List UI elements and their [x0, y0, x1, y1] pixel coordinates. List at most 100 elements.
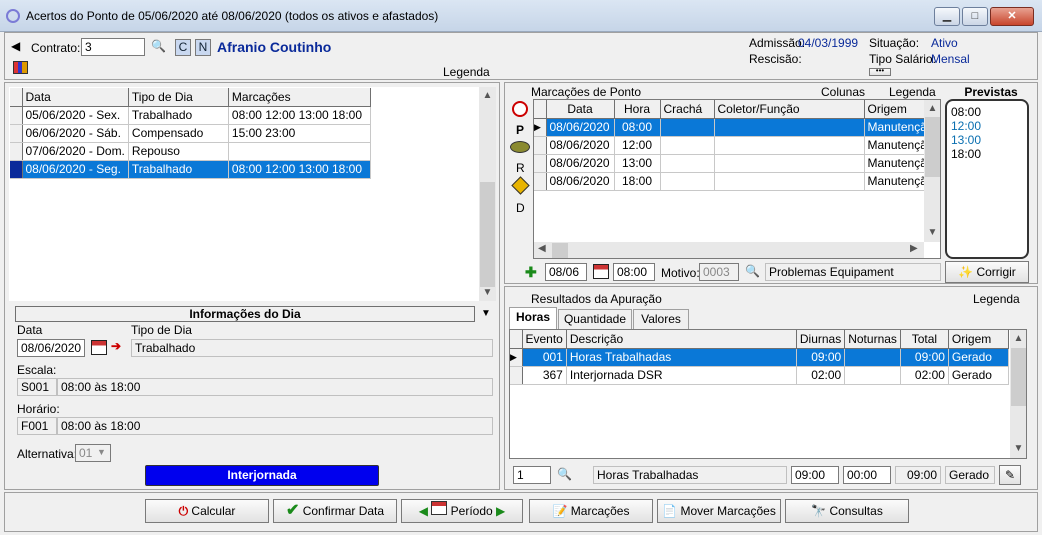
table-row[interactable]: 367 Interjornada DSR 02:00 02:00 Gerado: [510, 366, 1009, 385]
results-grid[interactable]: Evento Descrição Diurnas Noturnas Total …: [509, 329, 1027, 459]
days-scrollbar[interactable]: ▲ ▼: [479, 87, 496, 301]
col-origin[interactable]: Origem: [948, 330, 1009, 349]
scale-desc: 08:00 às 18:00: [57, 378, 493, 396]
reason-label: Motivo:: [661, 266, 700, 280]
title-bar: Acertos do Ponto de 05/06/2020 até 08/06…: [0, 0, 1042, 32]
col-event[interactable]: Evento: [522, 330, 567, 349]
alternative-label: Alternativa:: [17, 447, 78, 461]
fix-button[interactable]: ✨ Corrigir: [945, 261, 1029, 283]
side-letter-d[interactable]: D: [516, 201, 525, 215]
result-line-input[interactable]: 1: [513, 466, 551, 484]
col-time[interactable]: Hora: [614, 100, 661, 119]
schedule-code: F001: [17, 417, 57, 435]
scroll-down-icon[interactable]: ▼: [924, 224, 940, 241]
result-night-input[interactable]: 00:00: [843, 466, 891, 484]
table-row-selected[interactable]: 08/06/2020 - Seg. Trabalhado 08:00 12:00 1…: [10, 160, 371, 179]
punches-vscroll[interactable]: ▲ ▼: [924, 100, 940, 242]
calculate-button[interactable]: ⏻ Calcular: [145, 499, 269, 523]
search-person-icon[interactable]: 🔍: [557, 467, 572, 481]
queries-button[interactable]: 🔭 Consultas: [785, 499, 909, 523]
pencil-icon[interactable]: ✎: [999, 465, 1021, 485]
days-grid[interactable]: Data Tipo de Dia Marcações 05/06/2020 - …: [9, 87, 483, 301]
scroll-right-icon[interactable]: ▶: [910, 243, 918, 254]
scroll-up-icon[interactable]: ▲: [1010, 330, 1026, 347]
add-icon[interactable]: ✚: [525, 264, 537, 281]
col-day[interactable]: Diurnas: [796, 330, 846, 349]
arrow-right-icon: ▶: [496, 504, 506, 518]
date-input[interactable]: 08/06/2020: [17, 339, 85, 357]
scroll-thumb[interactable]: [1011, 348, 1026, 406]
badge-icon[interactable]: [510, 141, 530, 153]
tab-values[interactable]: Valores: [633, 309, 689, 329]
reason-code-input[interactable]: 0003: [699, 263, 739, 281]
search-person-icon[interactable]: 🔍: [151, 39, 166, 53]
scroll-down-icon[interactable]: ▼: [1010, 440, 1026, 457]
table-row-selected[interactable]: ▶ 08/06/2020 08:00 Manutenção: [534, 118, 938, 137]
close-button[interactable]: ✕: [990, 7, 1034, 26]
col-description[interactable]: Descrição: [566, 330, 797, 349]
situation-label: Situação:: [869, 36, 920, 50]
move-punches-button[interactable]: 📄 Mover Marcações: [657, 499, 781, 523]
side-letter-p[interactable]: P: [516, 123, 524, 137]
table-row[interactable]: 08/06/2020 13:00 Manutenção: [534, 154, 938, 173]
check-icon: ✔: [285, 502, 300, 519]
col-collector[interactable]: Coletor/Função: [714, 100, 865, 119]
scroll-up-icon[interactable]: ▲: [924, 100, 940, 117]
tab-quantity[interactable]: Quantidade: [558, 309, 632, 329]
results-panel: Resultados da Apuração Legenda Horas Qua…: [504, 286, 1038, 490]
table-row[interactable]: 08/06/2020 12:00 Manutenção: [534, 136, 938, 155]
tab-hours[interactable]: Horas: [509, 307, 557, 329]
table-row[interactable]: 05/06/2020 - Sex. Trabalhado 08:00 12:00 1…: [10, 106, 371, 125]
results-vscroll[interactable]: ▲ ▼: [1010, 330, 1026, 458]
punch-date-input[interactable]: 08/06: [545, 263, 587, 281]
table-row[interactable]: 07/06/2020 - Dom. Repouso: [10, 142, 371, 161]
maximize-button[interactable]: □: [962, 7, 988, 26]
scroll-thumb[interactable]: [552, 243, 568, 258]
chart-icon[interactable]: [13, 61, 28, 74]
calendar-icon[interactable]: [91, 340, 107, 355]
table-row[interactable]: 08/06/2020 18:00 Manutenção: [534, 172, 938, 191]
scroll-thumb[interactable]: [480, 182, 495, 287]
col-date[interactable]: Data: [546, 100, 615, 119]
result-origin: Gerado: [945, 466, 995, 484]
schedule-desc: 08:00 às 18:00: [57, 417, 493, 435]
chevron-down-icon[interactable]: ▼: [97, 447, 106, 457]
search-person-icon[interactable]: 🔍: [745, 264, 760, 278]
scroll-left-icon[interactable]: ◀: [538, 243, 546, 254]
col-badge[interactable]: Crachá: [660, 100, 715, 119]
calendar-icon[interactable]: [593, 264, 609, 279]
punches-button[interactable]: 📝 Marcações: [529, 499, 653, 523]
side-letter-r[interactable]: R: [516, 161, 525, 175]
punches-hscroll[interactable]: ◀ ▶: [534, 242, 924, 258]
col-total[interactable]: Total: [900, 330, 949, 349]
result-day-input[interactable]: 09:00: [791, 466, 839, 484]
col-punches[interactable]: Marcações: [228, 88, 371, 107]
more-button[interactable]: •••: [869, 67, 891, 76]
collapse-arrow-icon[interactable]: ◀: [11, 39, 20, 53]
wand-icon: ✨: [958, 265, 974, 279]
scroll-thumb[interactable]: [925, 117, 940, 177]
col-night[interactable]: Noturnas: [844, 330, 901, 349]
alarm-icon[interactable]: [512, 101, 528, 117]
confirm-date-button[interactable]: ✔ Confirmar Data: [273, 499, 397, 523]
columns-label[interactable]: Colunas: [821, 85, 865, 99]
schedule-label: Horário:: [17, 402, 60, 416]
minimize-button[interactable]: ▁: [934, 7, 960, 26]
col-date[interactable]: Data: [22, 88, 129, 107]
diamond-icon[interactable]: [511, 176, 530, 195]
n-button[interactable]: N: [195, 39, 211, 56]
punches-grid[interactable]: Data Hora Crachá Coletor/Função Origem ▶…: [533, 99, 941, 259]
table-row-selected[interactable]: ▶ 001 Horas Trabalhadas 09:00 09:00 Gerado: [510, 348, 1009, 367]
punch-time-input[interactable]: 08:00: [613, 263, 655, 281]
contract-input[interactable]: 3: [81, 38, 145, 56]
c-button[interactable]: C: [175, 39, 191, 56]
date-label: Data: [17, 323, 43, 337]
table-row[interactable]: 06/06/2020 - Sáb. Compensado 15:00 23:00: [10, 124, 371, 143]
side-toolbar: P R D: [509, 97, 531, 243]
scroll-down-icon[interactable]: ▼: [479, 284, 496, 301]
scroll-up-icon[interactable]: ▲: [479, 87, 496, 104]
results-title: Resultados da Apuração: [531, 292, 662, 306]
period-button[interactable]: ◀ Período ▶: [401, 499, 523, 523]
col-day-type[interactable]: Tipo de Dia: [128, 88, 229, 107]
day-info-dropdown-icon[interactable]: ▼: [481, 308, 491, 319]
